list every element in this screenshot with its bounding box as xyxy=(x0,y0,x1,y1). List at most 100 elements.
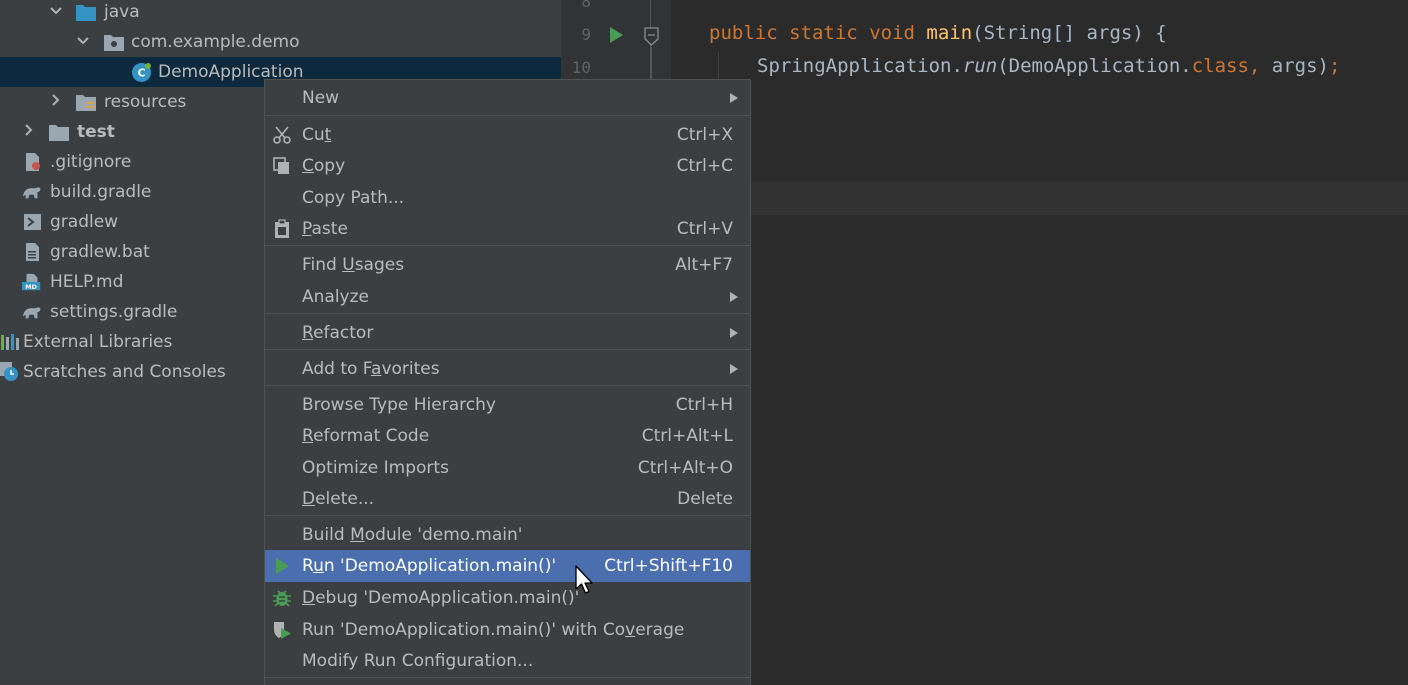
menu-item-label: Optimize Imports xyxy=(302,458,449,478)
tree-item-test[interactable]: test xyxy=(0,117,264,147)
menu-separator xyxy=(265,385,750,386)
menu-item-label: Run 'DemoApplication.main()' xyxy=(302,556,557,576)
menu-item-analyze[interactable]: Analyze xyxy=(265,281,750,313)
menu-item-refactor[interactable]: Refactor xyxy=(265,317,750,349)
menu-item-run[interactable]: Run 'DemoApplication.main()' Ctrl+Shift+… xyxy=(265,550,750,582)
context-menu: New Cut Ctrl+X Copy Ctrl+C Copy Path... … xyxy=(264,79,751,685)
menu-item-label: Copy xyxy=(302,156,346,176)
code-line-9[interactable]: public static void main(String[] args) { xyxy=(709,22,1167,44)
scissors-icon xyxy=(273,126,291,144)
method-call: run xyxy=(962,55,998,77)
caret-line-highlight xyxy=(671,182,1408,215)
menu-item-debug[interactable]: Debug 'DemoApplication.main()' xyxy=(265,582,750,614)
menu-shortcut: Ctrl+Alt+L xyxy=(641,426,733,446)
menu-shortcut: Ctrl+C xyxy=(676,156,733,176)
menu-item-run-with-coverage[interactable]: Run 'DemoApplication.main()' with Covera… xyxy=(265,614,750,646)
menu-shortcut: Ctrl+Shift+F10 xyxy=(604,556,733,576)
menu-item-label: Find Usages xyxy=(302,255,405,275)
coverage-icon xyxy=(274,622,291,639)
run-icon xyxy=(276,558,289,574)
menu-item-copy-path[interactable]: Copy Path... xyxy=(265,182,750,214)
menu-item-paste[interactable]: Paste Ctrl+V xyxy=(265,213,750,245)
menu-item-browse-type-hierarchy[interactable]: Browse Type Hierarchy Ctrl+H xyxy=(265,389,750,421)
tree-item-label: resources xyxy=(104,92,187,112)
fold-marker-icon[interactable] xyxy=(643,27,660,47)
tree-item-label: settings.gradle xyxy=(50,302,178,322)
keyword: void xyxy=(869,22,915,44)
submenu-arrow-icon xyxy=(730,328,738,338)
tree-item-resources[interactable]: resources xyxy=(0,87,264,117)
tree-item-label: .gitignore xyxy=(50,152,132,172)
tree-item-settings-gradle[interactable]: settings.gradle xyxy=(0,297,264,327)
menu-item-label: New xyxy=(302,88,340,108)
menu-item-reformat-code[interactable]: Reformat Code Ctrl+Alt+L xyxy=(265,420,750,452)
spring-class-icon: C xyxy=(132,63,151,82)
gitignore-file-icon xyxy=(26,153,40,171)
svg-text:C: C xyxy=(137,67,145,80)
submenu-arrow-icon xyxy=(730,93,738,103)
chevron-right-icon[interactable] xyxy=(49,87,63,117)
line-number: 10 xyxy=(571,58,591,77)
run-gutter-icon[interactable] xyxy=(608,26,624,44)
menu-separator xyxy=(265,313,750,314)
line-number: 8 xyxy=(581,0,591,11)
tree-item-label: HELP.md xyxy=(50,272,124,292)
submenu-arrow-icon xyxy=(730,292,738,302)
menu-shortcut: Ctrl+H xyxy=(675,395,733,415)
keyword: public xyxy=(709,22,778,44)
tree-item-build-gradle[interactable]: build.gradle xyxy=(0,177,264,207)
tree-item-label: External Libraries xyxy=(23,332,173,352)
code-line-10[interactable]: SpringApplication.run(DemoApplication.cl… xyxy=(757,55,1340,77)
menu-separator xyxy=(265,349,750,350)
menu-item-cut[interactable]: Cut Ctrl+X xyxy=(265,119,750,151)
shell-script-icon xyxy=(24,214,41,230)
line-number: 9 xyxy=(581,25,591,44)
resources-folder-icon xyxy=(76,95,96,111)
tree-item-help-md[interactable]: MD HELP.md xyxy=(0,267,264,297)
menu-shortcut: Delete xyxy=(677,489,733,509)
menu-item-copy[interactable]: Copy Ctrl+C xyxy=(265,150,750,182)
tree-item-label: Scratches and Consoles xyxy=(23,362,226,382)
menu-item-label: Refactor xyxy=(302,323,374,343)
tree-item-label: com.example.demo xyxy=(131,32,300,52)
submenu-arrow-icon xyxy=(730,364,738,374)
menu-item-label: Copy Path... xyxy=(302,188,405,208)
chevron-down-icon[interactable] xyxy=(76,27,90,57)
tree-item-gradlew[interactable]: gradlew xyxy=(0,207,264,237)
code-punct: , xyxy=(1248,55,1261,77)
copy-icon xyxy=(273,157,289,174)
code-editor[interactable] xyxy=(671,0,1408,685)
menu-item-label: Cut xyxy=(302,125,332,145)
menu-item-label: Debug 'DemoApplication.main()' xyxy=(302,588,580,608)
tree-item-gradlew-bat[interactable]: gradlew.bat xyxy=(0,237,264,267)
chevron-down-icon[interactable] xyxy=(49,0,63,27)
indent-guide xyxy=(718,52,719,82)
menu-item-label: Delete... xyxy=(302,489,375,509)
tree-item-scratches[interactable]: Scratches and Consoles xyxy=(0,357,264,387)
tree-item-label: gradlew.bat xyxy=(50,242,150,262)
menu-item-label: Build Module 'demo.main' xyxy=(302,525,523,545)
code-text: SpringApplication. xyxy=(757,55,963,77)
menu-item-modify-run-config[interactable]: Modify Run Configuration... xyxy=(265,645,750,677)
menu-item-label: Run 'DemoApplication.main()' with Covera… xyxy=(302,620,685,640)
menu-shortcut: Ctrl+V xyxy=(676,219,733,239)
menu-item-build-module[interactable]: Build Module 'demo.main' xyxy=(265,519,750,551)
code-punct: ; xyxy=(1329,55,1341,77)
tree-item-label: test xyxy=(77,122,115,142)
menu-item-delete[interactable]: Delete... Delete xyxy=(265,483,750,515)
keyword: static xyxy=(789,22,858,44)
tree-item-label: gradlew xyxy=(50,212,119,232)
menu-item-find-usages[interactable]: Find Usages Alt+F7 xyxy=(265,249,750,281)
chevron-right-icon[interactable] xyxy=(22,117,36,147)
code-text: args) xyxy=(1260,55,1329,77)
tree-item-package[interactable]: com.example.demo xyxy=(0,27,561,57)
menu-item-label: Browse Type Hierarchy xyxy=(302,395,496,415)
menu-item-new[interactable]: New xyxy=(265,82,750,114)
keyword: class xyxy=(1191,55,1249,77)
folder-icon xyxy=(76,5,96,21)
tree-item-external-libraries[interactable]: External Libraries xyxy=(0,327,264,357)
menu-item-optimize-imports[interactable]: Optimize Imports Ctrl+Alt+O xyxy=(265,452,750,484)
tree-item-gitignore[interactable]: .gitignore xyxy=(0,147,264,177)
tree-item-java[interactable]: java xyxy=(0,0,561,27)
menu-item-add-to-favorites[interactable]: Add to Favorites xyxy=(265,353,750,385)
